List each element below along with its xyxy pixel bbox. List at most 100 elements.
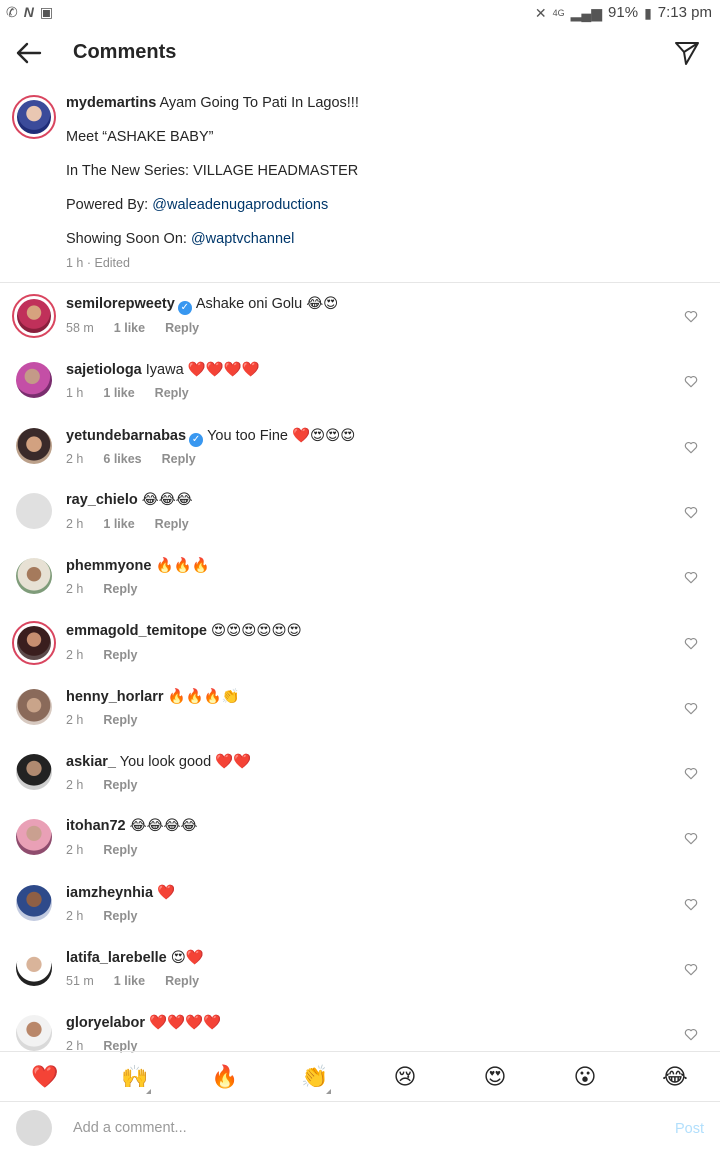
- like-heart-icon[interactable]: [684, 375, 698, 388]
- comment-username[interactable]: gloryelabor: [66, 1015, 145, 1031]
- like-count[interactable]: 1 like: [114, 974, 145, 988]
- avatar[interactable]: [16, 884, 52, 921]
- reply-button[interactable]: Reply: [103, 648, 137, 662]
- avatar[interactable]: [16, 688, 52, 725]
- comment-meta: 51 m 1 like Reply: [66, 974, 219, 988]
- comment-username[interactable]: semilorepweety: [66, 296, 175, 312]
- avatar[interactable]: [16, 492, 52, 529]
- comment-composer: Add a comment... Post: [0, 1101, 720, 1153]
- comment-time: 2 h: [66, 451, 84, 466]
- comment-username[interactable]: sajetiologa: [66, 362, 142, 378]
- like-count[interactable]: 6 likes: [103, 452, 141, 466]
- comment-username[interactable]: itohan72: [66, 818, 126, 834]
- reply-button[interactable]: Reply: [155, 386, 189, 400]
- emoji-raised-hands-glyph: 🙌: [121, 1064, 149, 1089]
- avatar[interactable]: [16, 819, 52, 856]
- avatar[interactable]: [12, 294, 56, 338]
- comment-time: 58 m: [66, 321, 94, 335]
- comment-row: iamzheynhia ❤️ 2 h Reply: [0, 871, 720, 936]
- caption-line-4: Powered By:: [66, 197, 149, 213]
- avatar[interactable]: [16, 362, 52, 399]
- like-heart-icon[interactable]: [684, 767, 698, 780]
- comment-text: henny_horlarr 🔥🔥🔥👏: [66, 688, 240, 705]
- like-heart-icon[interactable]: [684, 637, 698, 650]
- battery-icon: ▮: [644, 4, 652, 21]
- comment-row: phemmyone 🔥🔥🔥 2 h Reply: [0, 544, 720, 609]
- emoji-fire[interactable]: 🔥: [195, 1064, 255, 1090]
- reply-button[interactable]: Reply: [103, 713, 137, 727]
- reply-button[interactable]: Reply: [103, 582, 137, 596]
- like-heart-icon[interactable]: [684, 506, 698, 519]
- notification-icon: ▣: [39, 4, 54, 20]
- like-heart-icon[interactable]: [684, 702, 698, 715]
- status-icons-left: ✆ N ▣: [6, 4, 53, 20]
- comment-body: Ashake oni Golu 😂😍: [195, 296, 339, 312]
- comment-username[interactable]: emmagold_temitope: [66, 623, 207, 639]
- comment-row: henny_horlarr 🔥🔥🔥👏 2 h Reply: [0, 675, 720, 740]
- emoji-clap[interactable]: 👏: [285, 1064, 345, 1094]
- verified-badge-icon: ✓: [177, 301, 192, 315]
- comment-input[interactable]: Add a comment...: [73, 1120, 187, 1136]
- reply-button[interactable]: Reply: [103, 778, 137, 792]
- caption-meta: 1 h · Edited: [66, 256, 130, 270]
- reply-button[interactable]: Reply: [162, 452, 196, 466]
- comment-meta: 2 h 6 likes Reply: [66, 452, 216, 466]
- comment-username[interactable]: latifa_larebelle: [66, 950, 167, 966]
- comment-row: itohan72 😂😂😂😂 2 h Reply: [0, 805, 720, 870]
- caption-username[interactable]: mydemartins: [66, 95, 156, 111]
- avatar[interactable]: [16, 754, 52, 791]
- comment-username[interactable]: phemmyone: [66, 558, 151, 574]
- comment-meta: 2 h Reply: [66, 909, 157, 923]
- like-count[interactable]: 1 like: [103, 386, 134, 400]
- comment-username[interactable]: yetundebarnabas: [66, 428, 186, 444]
- like-heart-icon[interactable]: [684, 963, 698, 976]
- like-heart-icon[interactable]: [684, 1028, 698, 1041]
- like-heart-icon[interactable]: [684, 441, 698, 454]
- avatar[interactable]: [16, 558, 52, 595]
- avatar[interactable]: [16, 1015, 52, 1052]
- comment-username[interactable]: askiar_: [66, 754, 116, 770]
- emoji-cry[interactable]: 😢: [375, 1064, 435, 1090]
- avatar[interactable]: [16, 427, 52, 464]
- reply-button[interactable]: Reply: [165, 974, 199, 988]
- comment-text: gloryelabor ❤️❤️❤️❤️: [66, 1014, 221, 1031]
- like-heart-icon[interactable]: [684, 898, 698, 911]
- reply-button[interactable]: Reply: [155, 517, 189, 531]
- comment-text: itohan72 😂😂😂😂: [66, 818, 197, 834]
- comment-time: 2 h: [66, 778, 84, 793]
- mention-link[interactable]: @waptvchannel: [191, 231, 294, 247]
- comment-row: semilorepweety ✓ Ashake oni Golu 😂😍 58 m 1 l…: [0, 283, 720, 348]
- reply-button[interactable]: Reply: [165, 321, 199, 335]
- back-arrow-icon[interactable]: [14, 40, 42, 66]
- comment-time: 2 h: [66, 908, 84, 923]
- comment-meta: 2 h Reply: [66, 713, 157, 727]
- comment-text: ray_chielo 😂😂😂: [66, 492, 193, 508]
- emoji-heart-eyes[interactable]: 😍: [465, 1064, 525, 1090]
- comment-username[interactable]: iamzheynhia: [66, 885, 153, 901]
- comment-text: emmagold_temitope 😍😍😍😍😍😍: [66, 623, 302, 639]
- like-heart-icon[interactable]: [684, 571, 698, 584]
- like-count[interactable]: 1 like: [114, 321, 145, 335]
- comment-username[interactable]: ray_chielo: [66, 492, 138, 508]
- comment-meta: 2 h Reply: [66, 582, 157, 596]
- like-heart-icon[interactable]: [684, 832, 698, 845]
- caption-line-1: Ayam Going To Pati In Lagos!!!: [159, 95, 359, 111]
- avatar[interactable]: [12, 95, 56, 139]
- emoji-heart[interactable]: ❤️: [15, 1064, 75, 1090]
- like-heart-icon[interactable]: [684, 310, 698, 323]
- header: Comments: [0, 26, 720, 80]
- emoji-surprised[interactable]: 😮: [555, 1064, 615, 1090]
- avatar[interactable]: [16, 950, 52, 986]
- reply-button[interactable]: Reply: [103, 909, 137, 923]
- comment-username[interactable]: henny_horlarr: [66, 689, 164, 705]
- app-n-icon: N: [23, 4, 34, 20]
- mention-link[interactable]: @waleadenugaproductions: [152, 197, 328, 213]
- like-count[interactable]: 1 like: [103, 517, 134, 531]
- emoji-raised-hands[interactable]: 🙌: [105, 1064, 165, 1094]
- post-button[interactable]: Post: [675, 1121, 704, 1137]
- send-icon[interactable]: [674, 40, 700, 66]
- comment-time: 51 m: [66, 974, 94, 988]
- emoji-laugh[interactable]: 😂: [645, 1064, 705, 1090]
- reply-button[interactable]: Reply: [103, 843, 137, 857]
- avatar[interactable]: [12, 620, 56, 665]
